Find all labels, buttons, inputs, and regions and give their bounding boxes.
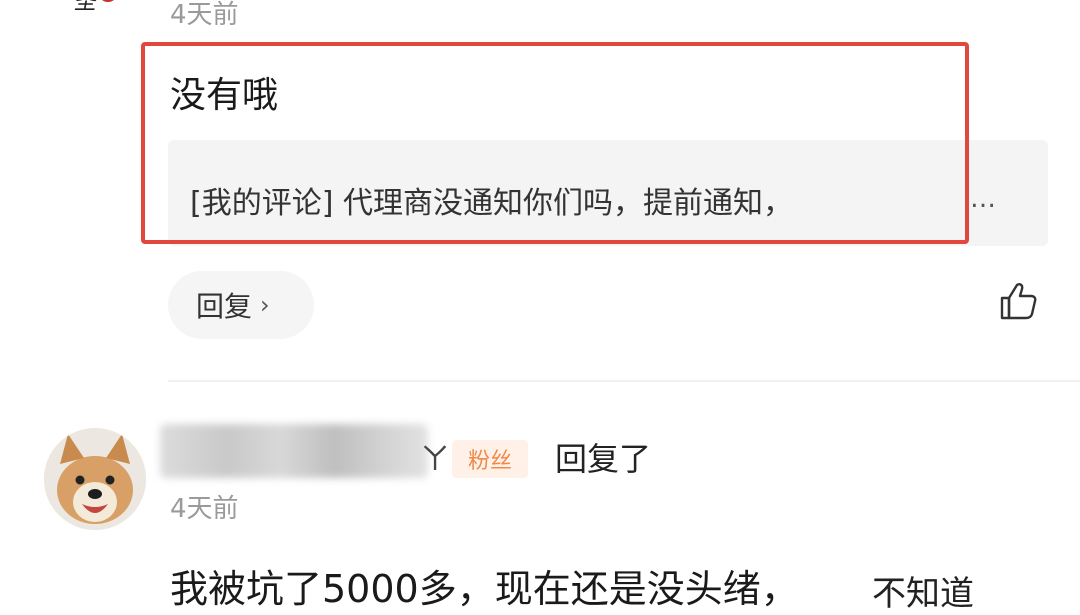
dog-face-image: [44, 428, 146, 530]
reply-button-label: 回复: [196, 290, 253, 323]
thumbs-up-icon[interactable]: [998, 280, 1040, 322]
top-commenter-avatar[interactable]: 圣: [72, 0, 136, 20]
replied-label: 回复了: [555, 440, 652, 478]
next-comment-time: 4天前: [170, 494, 239, 524]
username-tail: ㄚ: [420, 442, 450, 477]
next-comment-text-tail: 不知道: [872, 574, 974, 614]
blurred-username[interactable]: [160, 424, 428, 478]
dog-avatar[interactable]: [44, 428, 146, 530]
logo-mark: 圣: [72, 0, 100, 15]
logo-seal: [98, 0, 118, 2]
reply-button[interactable]: 回复 ›: [168, 271, 314, 339]
comment-divider: [168, 380, 1080, 382]
fan-badge: 粉丝: [452, 440, 528, 478]
next-comment-text: 我被坑了5000多，现在还是没头绪，: [170, 567, 799, 611]
chevron-right-icon: ›: [260, 291, 270, 319]
quoted-ellipsis: …: [970, 184, 998, 214]
red-highlight-box: [141, 42, 969, 244]
top-comment-time: 4天前: [170, 0, 239, 30]
